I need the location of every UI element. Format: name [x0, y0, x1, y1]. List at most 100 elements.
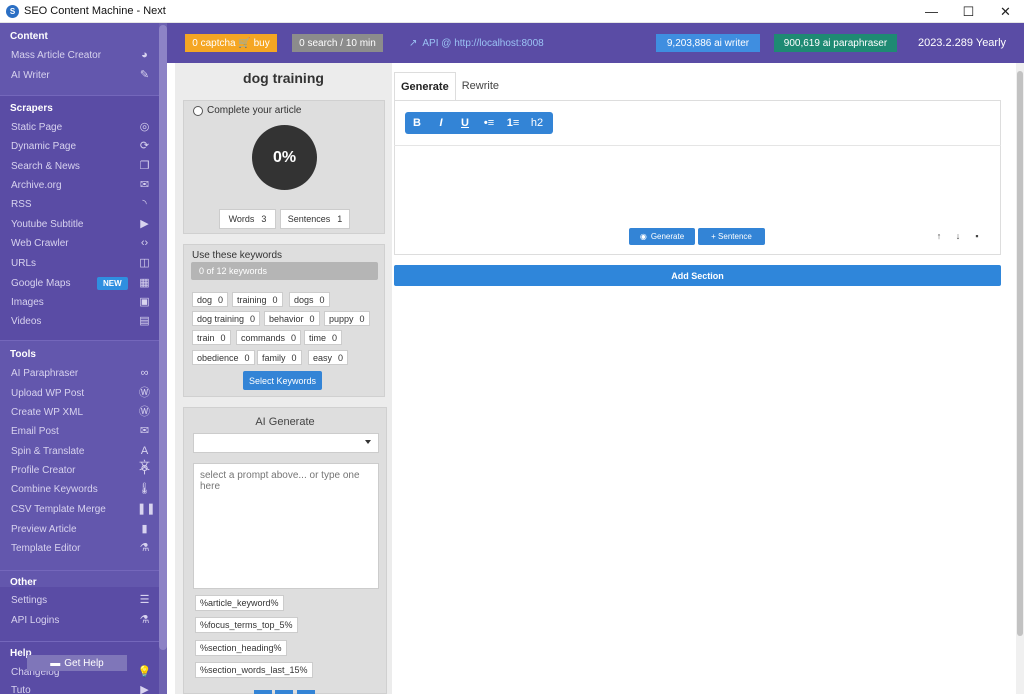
italic-button[interactable]: I — [429, 112, 453, 134]
sidebar-item-preview-article[interactable]: Preview Article ▮ — [0, 520, 159, 539]
sidebar-item-urls[interactable]: URLs ◫ — [0, 254, 159, 273]
keyword-chip[interactable]: obedience 0 — [192, 350, 255, 365]
tab-rewrite[interactable]: Rewrite — [456, 72, 505, 100]
select-keywords-button[interactable]: Select Keywords — [243, 371, 322, 390]
keyword-chip[interactable]: training 0 — [232, 292, 283, 307]
sidebar-item-google-maps[interactable]: Google Maps NEW ▦ — [0, 274, 159, 293]
trash-icon[interactable]: ▪ — [972, 231, 982, 241]
sidebar-item-label: Upload WP Post — [11, 388, 85, 399]
sidebar-item-template-editor[interactable]: Template Editor ⚗ — [0, 539, 159, 558]
complete-radio[interactable] — [193, 105, 203, 116]
image-icon: ▣ — [139, 296, 150, 308]
sidebar-item-rss[interactable]: RSS ◝ — [0, 195, 159, 214]
sidebar-item-settings[interactable]: Settings ☰ — [0, 591, 159, 610]
add-section-button[interactable]: Add Section — [394, 265, 1001, 286]
sidebar-item-mass-article-creator[interactable]: Mass Article Creator ◕ — [0, 46, 159, 65]
tab-generate[interactable]: Generate — [394, 72, 456, 100]
ai-writer-credits[interactable]: 9,203,886 ai writer — [656, 34, 760, 52]
sentences-label: Sentences — [287, 214, 331, 224]
variable-chip[interactable]: %section_words_last_15% — [195, 662, 313, 678]
numbered-list-button[interactable]: 1≡ — [501, 112, 525, 134]
sidebar-item-dynamic-page[interactable]: Dynamic Page ⟳ — [0, 137, 159, 156]
wordpress-icon: Ⓦ — [139, 406, 150, 418]
keyword-chip[interactable]: dog training 0 — [192, 311, 261, 326]
sidebar-divider — [0, 570, 159, 571]
sidebar-divider — [0, 340, 159, 341]
minimize-button[interactable]: — — [913, 0, 950, 23]
complete-article-option[interactable]: Complete your article — [193, 105, 301, 116]
sidebar-item-tutorials[interactable]: Tuto ▶ — [0, 681, 159, 694]
sidebar-item-archive-org[interactable]: Archive.org ✉ — [0, 176, 159, 195]
keyword-count: 0 — [338, 352, 344, 363]
sidebar-item-profile-creator[interactable]: Profile Creator ⚲ — [0, 461, 159, 480]
keyword-chip[interactable]: puppy 0 — [324, 311, 370, 326]
sentences-value: 1 — [337, 214, 343, 224]
sidebar-item-api-logins[interactable]: API Logins ⚗ — [0, 611, 159, 630]
sidebar-item-create-wp-xml[interactable]: Create WP XML Ⓦ — [0, 403, 159, 422]
keyword-chip[interactable]: dog 0 — [192, 292, 229, 307]
sidebar-item-email-post[interactable]: Email Post ✉ — [0, 422, 159, 441]
search-quota-badge: 0 search / 10 min — [292, 34, 383, 52]
bullet-list-button[interactable]: •≡ — [477, 112, 501, 134]
editor-tabs: Generate Rewrite — [394, 72, 505, 100]
generate-button[interactable]: ◉ Generate — [629, 228, 695, 245]
close-button[interactable]: ✕ — [987, 0, 1024, 23]
prompt-select[interactable] — [193, 433, 379, 453]
variable-chip[interactable]: %section_heading% — [195, 640, 287, 656]
main-scrollbar[interactable] — [1016, 63, 1024, 694]
keyword-chip[interactable]: time 0 — [304, 330, 343, 345]
sidebar-item-static-page[interactable]: Static Page ◎ — [0, 118, 159, 137]
sentences-stat: Sentences 1 — [280, 209, 350, 229]
prompt-textarea[interactable] — [193, 463, 379, 589]
keyword-chip[interactable]: train 0 — [192, 330, 231, 345]
sidebar-item-ai-writer[interactable]: AI Writer ✎ — [0, 66, 159, 85]
arrow-up-icon[interactable]: ↑ — [934, 231, 944, 241]
api-link[interactable]: ↗ API @ http://localhost:8008 — [409, 34, 569, 52]
sidebar-item-upload-wp-post[interactable]: Upload WP Post Ⓦ — [0, 384, 159, 403]
arrow-down-icon[interactable]: ↓ — [953, 231, 963, 241]
sidebar-scrollbar[interactable] — [159, 23, 167, 694]
keyword-chip[interactable]: easy 0 — [308, 350, 349, 365]
sidebar-item-label: Youtube Subtitle — [11, 219, 84, 230]
keyword-chip[interactable]: commands 0 — [236, 330, 302, 345]
sentence-button[interactable]: + Sentence — [698, 228, 765, 245]
columns-icon: ❚❚ — [137, 503, 156, 515]
keyword-chip[interactable]: behavior 0 — [264, 311, 320, 326]
variable-chip[interactable]: %focus_terms_top_5% — [195, 617, 298, 633]
sidebar-item-youtube-subtitle[interactable]: Youtube Subtitle ▶ — [0, 215, 159, 234]
sidebar-item-label: Static Page — [11, 122, 63, 133]
sidebar-item-videos[interactable]: Videos ▤ — [0, 312, 159, 331]
sidebar-item-label: Google Maps — [11, 278, 71, 289]
sidebar-divider — [0, 641, 159, 642]
keyword-chip[interactable]: dogs 0 — [289, 292, 330, 307]
words-value: 3 — [261, 214, 267, 224]
palette-icon: ◕ — [141, 49, 148, 61]
main-scrollbar-thumb[interactable] — [1017, 71, 1023, 636]
ai-action-button[interactable] — [297, 690, 315, 694]
ai-action-button[interactable] — [275, 690, 293, 694]
words-stat: Words 3 — [219, 209, 276, 229]
sidebar-scrollbar-thumb[interactable] — [159, 25, 167, 650]
ai-action-button[interactable] — [254, 690, 272, 694]
sidebar-item-spin-translate[interactable]: Spin & Translate A文 — [0, 442, 159, 472]
heading-button[interactable]: h2 — [525, 112, 549, 134]
ai-paraphraser-credits[interactable]: 900,619 ai paraphraser — [774, 34, 897, 52]
sidebar-heading-scrapers: Scrapers — [10, 103, 53, 114]
new-badge: NEW — [97, 277, 128, 290]
bold-button[interactable]: B — [405, 112, 429, 134]
sidebar-item-ai-paraphraser[interactable]: AI Paraphraser ∞ — [0, 364, 159, 383]
underline-button[interactable]: U — [453, 112, 477, 134]
sidebar-item-csv-template-merge[interactable]: CSV Template Merge ❚❚ — [0, 500, 159, 519]
film-icon: ▤ — [139, 315, 150, 327]
keyword-count: 0 — [309, 313, 315, 324]
maximize-button[interactable]: ☐ — [950, 0, 987, 23]
sidebar-item-web-crawler[interactable]: Web Crawler ‹› — [0, 234, 159, 253]
sidebar-item-images[interactable]: Images ▣ — [0, 293, 159, 312]
variable-chip[interactable]: %article_keyword% — [195, 595, 284, 611]
keyword-count: 0 — [332, 332, 338, 343]
keyword-chip[interactable]: family 0 — [257, 350, 302, 365]
get-help-button[interactable]: ▬ Get Help — [27, 655, 127, 671]
sidebar-item-combine-keywords[interactable]: Combine Keywords 🌡 — [0, 480, 159, 499]
sidebar-item-search-news[interactable]: Search & News ❐ — [0, 157, 159, 176]
captcha-buy-button[interactable]: 0 captcha 🛒 buy — [185, 34, 277, 52]
